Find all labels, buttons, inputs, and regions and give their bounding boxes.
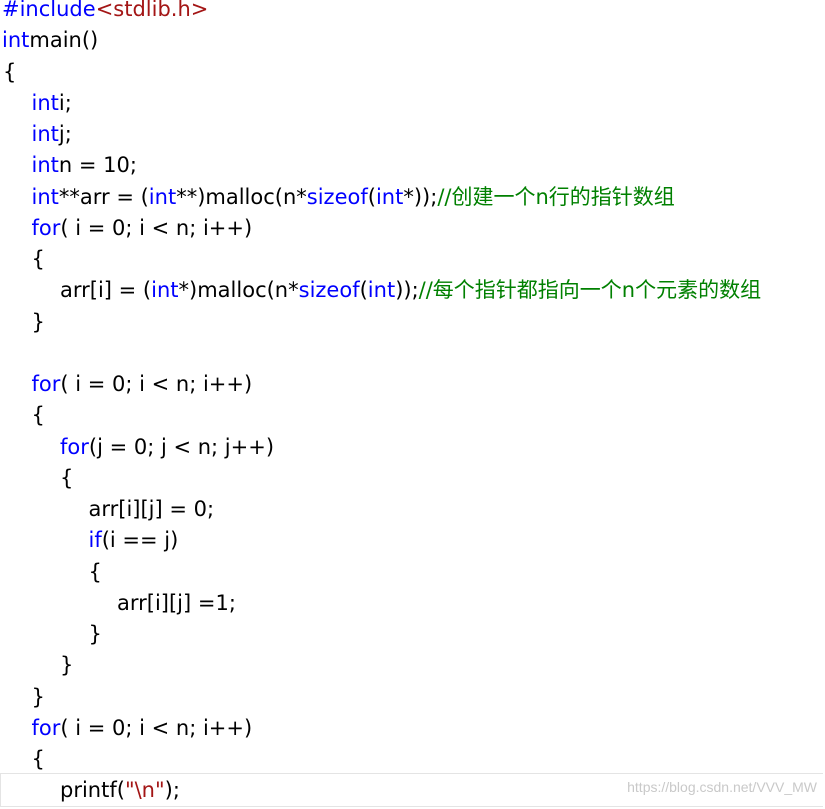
keyword-token: for xyxy=(31,215,61,240)
code-token: (j = 0; j < n; j++) xyxy=(88,434,275,459)
code-line-8[interactable]: for( i = 0; i < n; i++) xyxy=(32,213,825,244)
code-token: ( i = 0; i < n; i++) xyxy=(60,215,253,240)
code-line-20[interactable]: arr[i][j] =1; xyxy=(117,588,825,619)
code-editor[interactable]: #include<stdlib.h> intmain(){inti; intj; in… xyxy=(0,0,825,809)
code-token: { xyxy=(31,247,45,271)
code-token: { xyxy=(3,59,17,84)
keyword-token: int xyxy=(375,184,404,209)
comment-token: //每个指针都指向一个n个元素的数组 xyxy=(418,278,762,303)
code-token: n = 10; xyxy=(58,153,137,178)
code-token: arr[i] = ( xyxy=(60,278,152,303)
code-line-23[interactable]: } xyxy=(32,682,825,713)
keyword-token: sizeof xyxy=(306,184,368,209)
code-token: { xyxy=(31,403,45,428)
code-token: *)malloc(n* xyxy=(178,278,299,303)
code-line-7[interactable]: int**arr = (int**)malloc(n*sizeof(int*))… xyxy=(32,182,825,213)
code-line-1[interactable]: #include<stdlib.h> xyxy=(2,0,825,25)
code-token: arr[i][j] = 0; xyxy=(88,497,215,521)
code-line-17[interactable]: arr[i][j] = 0; xyxy=(89,494,825,525)
watermark-text: https://blog.csdn.net/VVV_MW xyxy=(627,779,817,795)
code-line-25[interactable]: { xyxy=(32,744,825,775)
code-line-6[interactable]: intn = 10; xyxy=(32,150,825,181)
preprocessor-token: #include xyxy=(2,0,96,21)
code-token: j; xyxy=(58,122,72,146)
code-line-21[interactable]: } xyxy=(89,619,825,650)
code-line-14[interactable]: { xyxy=(32,400,825,431)
code-token: ( i = 0; i < n; i++) xyxy=(60,372,253,396)
code-line-13[interactable]: for( i = 0; i < n; i++) xyxy=(32,369,825,400)
keyword-token: for xyxy=(60,434,89,459)
code-line-16[interactable]: { xyxy=(60,463,825,494)
code-line-19[interactable]: { xyxy=(89,557,825,588)
code-token: ); xyxy=(164,778,180,803)
code-line-22[interactable]: } xyxy=(60,650,825,681)
code-line-12[interactable] xyxy=(3,338,825,369)
code-token: )); xyxy=(395,278,419,303)
code-token: i; xyxy=(58,90,72,115)
code-line-15[interactable]: for(j = 0; j < n; j++) xyxy=(60,432,825,463)
keyword-token: int xyxy=(151,278,179,303)
code-token: { xyxy=(31,747,45,771)
keyword-token: int xyxy=(367,278,396,303)
code-line-3[interactable]: { xyxy=(3,57,825,88)
include-path-token: <stdlib.h> xyxy=(95,0,209,21)
code-line-2[interactable]: intmain() xyxy=(2,25,825,56)
code-token: { xyxy=(88,559,102,584)
code-token: (i == j) xyxy=(101,528,179,553)
code-line-10[interactable]: arr[i] = (int*)malloc(n*sizeof(int));//每… xyxy=(60,275,825,306)
code-line-18[interactable]: if(i == j) xyxy=(89,525,825,556)
keyword-token: int xyxy=(148,184,177,209)
keyword-token: int xyxy=(31,122,59,146)
string-token: "\n" xyxy=(124,778,165,803)
code-token: } xyxy=(31,684,45,709)
code-token: } xyxy=(31,309,45,334)
keyword-token: int xyxy=(2,28,30,53)
code-token: arr[i][j] =1; xyxy=(117,590,236,615)
code-line-9[interactable]: { xyxy=(32,244,825,275)
code-token: ( xyxy=(359,278,368,303)
code-token: printf( xyxy=(60,778,125,803)
code-line-11[interactable]: } xyxy=(32,307,825,338)
code-token: } xyxy=(60,653,74,678)
code-token: ( i = 0; i < n; i++) xyxy=(60,715,253,740)
code-token: } xyxy=(88,622,102,646)
code-line-5[interactable]: intj; xyxy=(32,119,825,150)
code-token: ( xyxy=(367,184,376,209)
keyword-token: int xyxy=(31,153,59,178)
keyword-token: int xyxy=(31,184,59,209)
keyword-token: int xyxy=(31,90,59,115)
code-line-24[interactable]: for( i = 0; i < n; i++) xyxy=(32,713,825,744)
code-token: main() xyxy=(29,28,99,53)
code-token: { xyxy=(60,465,74,490)
keyword-token: if xyxy=(88,528,102,553)
code-token: *)); xyxy=(403,184,438,209)
code-token: **)malloc(n* xyxy=(176,184,307,209)
keyword-token: for xyxy=(31,715,61,740)
code-line-4[interactable]: inti; xyxy=(32,88,825,119)
keyword-token: sizeof xyxy=(298,278,360,303)
code-token: **arr = ( xyxy=(58,184,149,209)
comment-token: //创建一个n行的指针数组 xyxy=(437,184,675,209)
keyword-token: for xyxy=(31,372,61,396)
